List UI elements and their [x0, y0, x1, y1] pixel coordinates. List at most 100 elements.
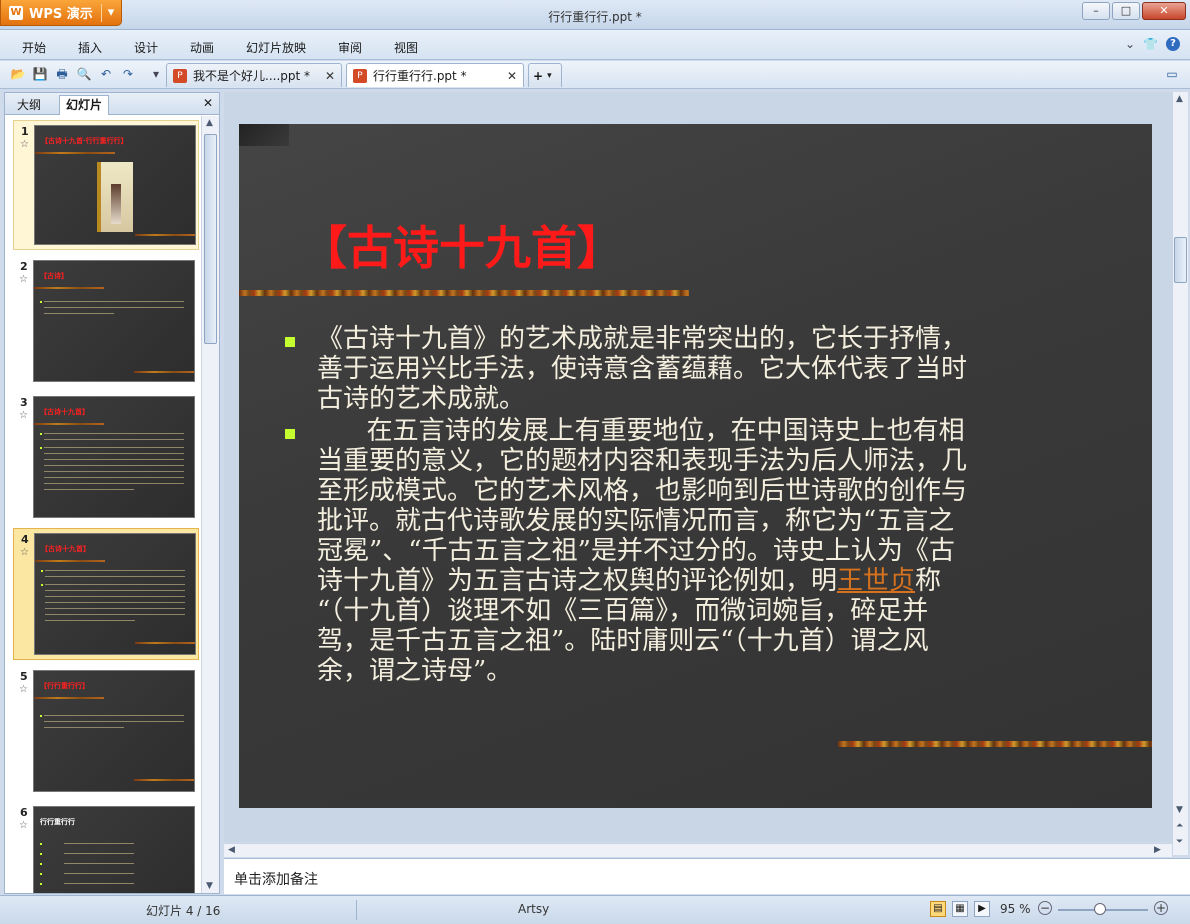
menu-home[interactable]: 开始	[22, 39, 46, 56]
doc-tab-label: 我不是个好儿....ppt *	[193, 69, 311, 83]
slide-number: 5	[20, 670, 28, 683]
slide-title[interactable]: 【古诗十九首】	[301, 212, 623, 278]
menu-review[interactable]: 审阅	[338, 39, 362, 56]
close-panel-icon[interactable]: ✕	[203, 96, 213, 110]
thumbnail-list: 1 ☆ 【古诗十九首·行行重行行】 2 ☆ 【古诗】 3 ☆ 【古诗十九首】 4…	[5, 116, 201, 893]
menu-design[interactable]: 设计	[134, 39, 158, 56]
slide-sorter-icon[interactable]: ▦	[952, 901, 968, 917]
chevron-down-icon[interactable]: ⌄	[1125, 37, 1135, 51]
close-tab-icon[interactable]: ✕	[325, 69, 335, 83]
prev-slide-icon[interactable]: ⏶	[1176, 821, 1183, 831]
status-bar: 幻灯片 4 / 16 Artsy ▤ ▦ ▶ 95 % − +	[0, 895, 1190, 924]
star-icon: ☆	[20, 139, 29, 150]
plus-icon: +	[533, 68, 544, 83]
paragraph-1[interactable]: 《古诗十九首》的艺术成就是非常突出的，它长于抒情， 善于运用兴比手法，使诗意含蓄…	[317, 324, 967, 414]
bullet-1	[285, 337, 295, 347]
print-preview-icon[interactable]: 🔍	[76, 66, 92, 82]
undo-icon[interactable]: ↶	[98, 66, 114, 82]
tab-outline[interactable]: 大纲	[11, 96, 47, 113]
tab-slides[interactable]: 幻灯片	[59, 95, 110, 115]
menu-animation[interactable]: 动画	[190, 39, 214, 56]
ppt-file-icon: P	[353, 68, 367, 83]
thumbnail-title: 【古诗十九首·行行重行行】	[41, 137, 128, 145]
open-icon[interactable]: 📂	[10, 66, 26, 82]
print-icon[interactable]: 🖶	[54, 66, 70, 82]
panel-layout-icon[interactable]: ▭	[1164, 66, 1180, 82]
thumbnail-slide-1[interactable]: 1 ☆ 【古诗十九首·行行重行行】	[13, 120, 199, 250]
doc-tab-label: 行行重行行.ppt *	[373, 69, 467, 83]
window-title: 行行重行行.ppt *	[548, 10, 642, 24]
doc-tab-1[interactable]: P 我不是个好儿....ppt * ✕	[166, 63, 342, 87]
slide-counter: 幻灯片 4 / 16	[146, 904, 221, 918]
menu-slideshow[interactable]: 幻灯片放映	[246, 39, 306, 56]
scroll-left-icon[interactable]: ◀	[228, 845, 235, 855]
thumbnail-title: 【古诗】	[40, 272, 68, 280]
thumbnail-slide-4[interactable]: 4 ☆ 【古诗十九首】	[13, 528, 199, 660]
slide-number: 1	[21, 125, 29, 138]
star-icon: ☆	[20, 547, 29, 558]
thumbnail-slide-3[interactable]: 3 ☆ 【古诗十九首】	[13, 394, 199, 522]
paragraph-2[interactable]: 在五言诗的发展上有重要地位，在中国诗史上也有相 当重要的意义，它的题材内容和表现…	[317, 416, 967, 686]
notes-pane[interactable]: 单击添加备注	[224, 858, 1190, 894]
close-button[interactable]: ✕	[1142, 2, 1186, 20]
zoom-in-icon[interactable]: +	[1154, 901, 1168, 915]
quick-toolbar: 📂 💾 🖶 🔍 ↶ ↷ ▾ P 我不是个好儿....ppt * ✕ P 行行重行…	[0, 61, 1190, 89]
star-icon: ☆	[19, 410, 28, 421]
horizontal-scrollbar[interactable]: ◀ ▶	[224, 843, 1172, 857]
scroll-up-icon[interactable]: ▲	[206, 118, 213, 128]
ppt-file-icon: P	[173, 68, 187, 83]
slide-number: 2	[20, 260, 28, 273]
next-slide-icon[interactable]: ⏷	[1176, 837, 1183, 847]
slide-scrollbar[interactable]: ▲ ▼ ⏶ ⏷	[1172, 92, 1188, 855]
hyperlink-wang-shizhen[interactable]: 王世贞	[837, 566, 915, 596]
save-icon[interactable]: 💾	[32, 66, 48, 82]
zoom-out-icon[interactable]: −	[1038, 901, 1052, 915]
figure-image	[97, 162, 133, 232]
scroll-thumb[interactable]	[1174, 237, 1187, 283]
star-icon: ☆	[19, 820, 28, 831]
help-icon[interactable]: ?	[1166, 37, 1180, 51]
menu-bar: 开始 插入 设计 动画 幻灯片放映 审阅 视图 ⌄ 👕 ?	[0, 30, 1190, 60]
menu-view[interactable]: 视图	[394, 39, 418, 56]
thumbnail-title: 行行重行行	[40, 818, 75, 826]
slide-canvas[interactable]: 【古诗十九首】 《古诗十九首》的艺术成就是非常突出的，它长于抒情， 善于运用兴比…	[239, 124, 1152, 808]
slide-number: 3	[20, 396, 28, 409]
shirt-icon[interactable]: 👕	[1143, 37, 1158, 51]
scroll-thumb[interactable]	[204, 134, 217, 344]
thumbnail-scrollbar[interactable]: ▲ ▼	[201, 116, 219, 893]
doc-tab-2[interactable]: P 行行重行行.ppt * ✕	[346, 63, 524, 87]
scroll-right-icon[interactable]: ▶	[1154, 845, 1161, 855]
slideshow-icon[interactable]: ▶	[974, 901, 990, 917]
slide-number: 4	[21, 533, 29, 546]
theme-name: Artsy	[518, 902, 550, 916]
redo-icon[interactable]: ↷	[120, 66, 136, 82]
ornament-bar-top	[239, 290, 689, 296]
normal-view-icon[interactable]: ▤	[930, 901, 946, 917]
thumbnail-title: 【古诗十九首】	[41, 545, 90, 553]
maximize-button[interactable]: □	[1112, 2, 1140, 20]
star-icon: ☆	[19, 684, 28, 695]
thumbnail-title: 【古诗十九首】	[40, 408, 89, 416]
zoom-slider-knob[interactable]	[1094, 903, 1106, 915]
slide-panel: 大纲 幻灯片 ✕ 1 ☆ 【古诗十九首·行行重行行】 2 ☆ 【古诗】 3 ☆ …	[4, 92, 220, 894]
new-tab-button[interactable]: + ▾	[528, 63, 562, 87]
menu-insert[interactable]: 插入	[78, 39, 102, 56]
star-icon: ☆	[19, 274, 28, 285]
notes-placeholder: 单击添加备注	[234, 872, 318, 888]
thumbnail-slide-5[interactable]: 5 ☆ 【行行重行行】	[13, 668, 199, 796]
close-tab-icon[interactable]: ✕	[507, 69, 517, 83]
thumbnail-slide-2[interactable]: 2 ☆ 【古诗】	[13, 258, 199, 386]
title-bar: W WPS 演示 ▾ 行行重行行.ppt * – □ ✕	[0, 0, 1190, 30]
bullet-2	[285, 429, 295, 439]
thumbnail-slide-6[interactable]: 6 ☆ 行行重行行	[13, 804, 199, 893]
scroll-down-icon[interactable]: ▼	[1176, 805, 1183, 815]
scroll-down-icon[interactable]: ▼	[206, 881, 213, 891]
thumbnail-title: 【行行重行行】	[40, 682, 89, 690]
zoom-level: 95 %	[1000, 902, 1031, 916]
minimize-button[interactable]: –	[1082, 2, 1110, 20]
more-icon[interactable]: ▾	[148, 66, 164, 82]
slide-number: 6	[20, 806, 28, 819]
ornament-bar-bottom	[838, 741, 1152, 747]
slide-editor: 【古诗十九首】 《古诗十九首》的艺术成就是非常突出的，它长于抒情， 善于运用兴比…	[224, 92, 1172, 842]
scroll-up-icon[interactable]: ▲	[1176, 94, 1183, 104]
